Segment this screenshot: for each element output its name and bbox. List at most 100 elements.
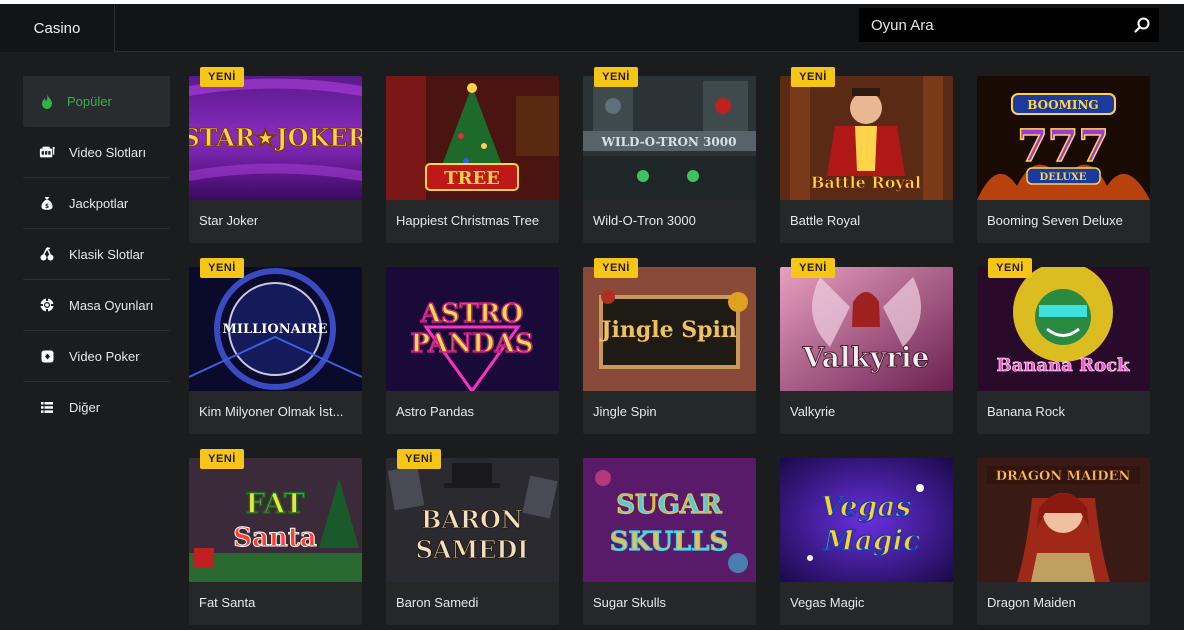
game-card-valkyrie[interactable]: YENİ Valkyrie Valkyrie: [780, 258, 953, 434]
sidebar-item-diger[interactable]: Diğer: [23, 382, 170, 433]
slot-machine-icon: [39, 144, 55, 160]
game-thumbnail: BOOMING 777 DELUXE: [977, 76, 1150, 200]
list-icon: [39, 400, 55, 416]
game-title: Star Joker: [199, 213, 259, 228]
game-card-happiest-christmas-tree[interactable]: TREE Happiest Christmas Tree: [386, 76, 559, 243]
game-card-dragon-maiden[interactable]: DRAGON MAIDEN Dragon Maiden: [977, 458, 1150, 625]
game-title: Fat Santa: [199, 595, 256, 610]
game-logo: TREE: [444, 168, 500, 189]
flame-icon: [39, 94, 55, 110]
game-thumbnail: Jingle Spin: [583, 267, 756, 391]
new-badge: YENİ: [594, 258, 638, 278]
svg-text:BOOMING: BOOMING: [1027, 98, 1098, 112]
new-badge: YENİ: [200, 449, 244, 469]
sidebar-item-video-poker[interactable]: Video Poker: [23, 331, 170, 382]
game-title: Wild-O-Tron 3000: [593, 213, 696, 228]
game-title: Dragon Maiden: [987, 595, 1076, 610]
new-badge: YENİ: [397, 449, 441, 469]
game-title: Jingle Spin: [593, 404, 657, 419]
game-thumbnail: Valkyrie: [780, 267, 953, 391]
new-badge: YENİ: [594, 67, 638, 87]
game-card-sugar-skulls[interactable]: SUGAR SKULLS Sugar Skulls: [583, 458, 756, 625]
new-badge: YENİ: [200, 67, 244, 87]
category-sidebar: Popüler Video Slotları $ Jackpotlar Klas…: [23, 76, 170, 433]
game-card-fat-santa[interactable]: YENİ FAT Santa Fat Santa: [189, 449, 362, 625]
sidebar-item-jackpotlar[interactable]: $ Jackpotlar: [23, 178, 170, 229]
game-card-astro-pandas[interactable]: ASTRO PANDAS Astro Pandas: [386, 267, 559, 434]
svg-text:BARON: BARON: [421, 505, 523, 534]
game-title: Vegas Magic: [790, 595, 865, 610]
svg-text:SUGAR: SUGAR: [616, 490, 722, 520]
game-card-banana-rock[interactable]: YENİ Banana Rock Banana Rock: [977, 258, 1150, 434]
svg-text:Vegas: Vegas: [821, 490, 912, 523]
game-thumbnail: STAR★JOKER: [189, 76, 362, 200]
sidebar-item-label: Diğer: [69, 400, 101, 415]
svg-text:SAMEDI: SAMEDI: [416, 535, 529, 564]
svg-text:PANDAS: PANDAS: [410, 329, 533, 359]
game-logo: Jingle Spin: [599, 317, 737, 343]
game-card-vegas-magic[interactable]: Vegas Magic Vegas Magic: [780, 458, 953, 625]
search-bar[interactable]: Oyun Ara: [859, 8, 1159, 42]
game-card-jingle-spin[interactable]: YENİ Jingle Spin Jingle Spin: [583, 258, 756, 434]
new-badge: YENİ: [988, 258, 1032, 278]
game-thumbnail: Battle Royal: [780, 76, 953, 200]
game-thumbnail: SUGAR SKULLS: [583, 458, 756, 582]
game-card-battle-royal[interactable]: YENİ Battle Royal Battle Royal: [780, 67, 953, 243]
game-thumbnail: WILD-O-TRON 3000: [583, 76, 756, 200]
game-logo: Valkyrie: [802, 341, 930, 374]
sidebar-item-populer[interactable]: Popüler: [23, 76, 170, 127]
sidebar-item-masa-oyunlari[interactable]: Masa Oyunları: [23, 280, 170, 331]
game-card-star-joker[interactable]: YENİ STAR★JOKER Star Joker: [189, 67, 362, 243]
game-logo: 777: [1017, 121, 1109, 172]
game-title: Valkyrie: [790, 404, 836, 419]
svg-text:$: $: [45, 203, 49, 210]
chip-icon: [39, 297, 55, 313]
game-logo: DRAGON MAIDEN: [996, 469, 1131, 484]
cherries-icon: [39, 246, 55, 262]
game-thumbnail: Banana Rock: [977, 267, 1150, 391]
sidebar-item-label: Klasik Slotlar: [69, 246, 145, 262]
game-thumbnail: DRAGON MAIDEN: [977, 458, 1150, 582]
sidebar-item-label: Jackpotlar: [69, 195, 129, 211]
search-input[interactable]: Oyun Ara: [871, 17, 1125, 34]
game-thumbnail: TREE: [386, 76, 559, 200]
new-badge: YENİ: [200, 258, 244, 278]
svg-text:ASTRO: ASTRO: [420, 299, 524, 329]
game-card-booming-seven-deluxe[interactable]: BOOMING 777 DELUXE Booming Seven Deluxe: [977, 76, 1150, 243]
game-title: Battle Royal: [790, 213, 861, 228]
game-logo: STAR★JOKER: [189, 123, 362, 152]
game-title: Banana Rock: [987, 404, 1066, 419]
tab-casino[interactable]: Casino: [0, 4, 115, 52]
sidebar-item-label: Masa Oyunları: [69, 297, 154, 313]
game-title: Booming Seven Deluxe: [987, 213, 1123, 228]
sidebar-item-label: Video Poker: [69, 348, 140, 364]
game-thumbnail: ASTRO PANDAS: [386, 267, 559, 391]
game-title: Kim Milyoner Olmak İst...: [199, 404, 344, 419]
game-card-kim-milyoner[interactable]: YENİ MILLIONAIRE Kim Milyoner Olmak İst.…: [189, 258, 362, 434]
svg-text:DELUXE: DELUXE: [1040, 172, 1087, 183]
svg-text:Magic: Magic: [823, 524, 920, 557]
card-icon: [39, 348, 55, 364]
game-title: Sugar Skulls: [593, 595, 666, 610]
new-badge: YENİ: [791, 258, 835, 278]
game-logo: MILLIONAIRE: [223, 322, 328, 337]
sidebar-item-video-slotlari[interactable]: Video Slotları: [23, 127, 170, 178]
game-thumbnail: FAT Santa: [189, 458, 362, 582]
game-title: Happiest Christmas Tree: [396, 213, 540, 228]
sidebar-item-klasik-slotlar[interactable]: Klasik Slotlar: [23, 229, 170, 280]
search-icon[interactable]: [1125, 8, 1159, 42]
game-thumbnail: MILLIONAIRE: [189, 267, 362, 391]
game-thumbnail: BARON SAMEDI: [386, 458, 559, 582]
game-title: Baron Samedi: [396, 595, 479, 610]
game-card-wild-o-tron-3000[interactable]: YENİ WILD-O-TRON 3000 Wild-O-Tron 3000: [583, 67, 756, 243]
game-logo: WILD-O-TRON 3000: [601, 135, 737, 149]
svg-text:Santa: Santa: [233, 523, 317, 553]
svg-text:FAT: FAT: [245, 487, 304, 520]
game-logo: Banana Rock: [996, 355, 1130, 376]
new-badge: YENİ: [791, 67, 835, 87]
game-logo: Battle Royal: [811, 173, 921, 192]
money-bag-icon: $: [39, 195, 55, 211]
game-thumbnail: Vegas Magic: [780, 458, 953, 582]
game-card-baron-samedi[interactable]: YENİ BARON SAMEDI Baron Samedi: [386, 449, 559, 625]
sidebar-item-label: Popüler: [67, 94, 112, 109]
